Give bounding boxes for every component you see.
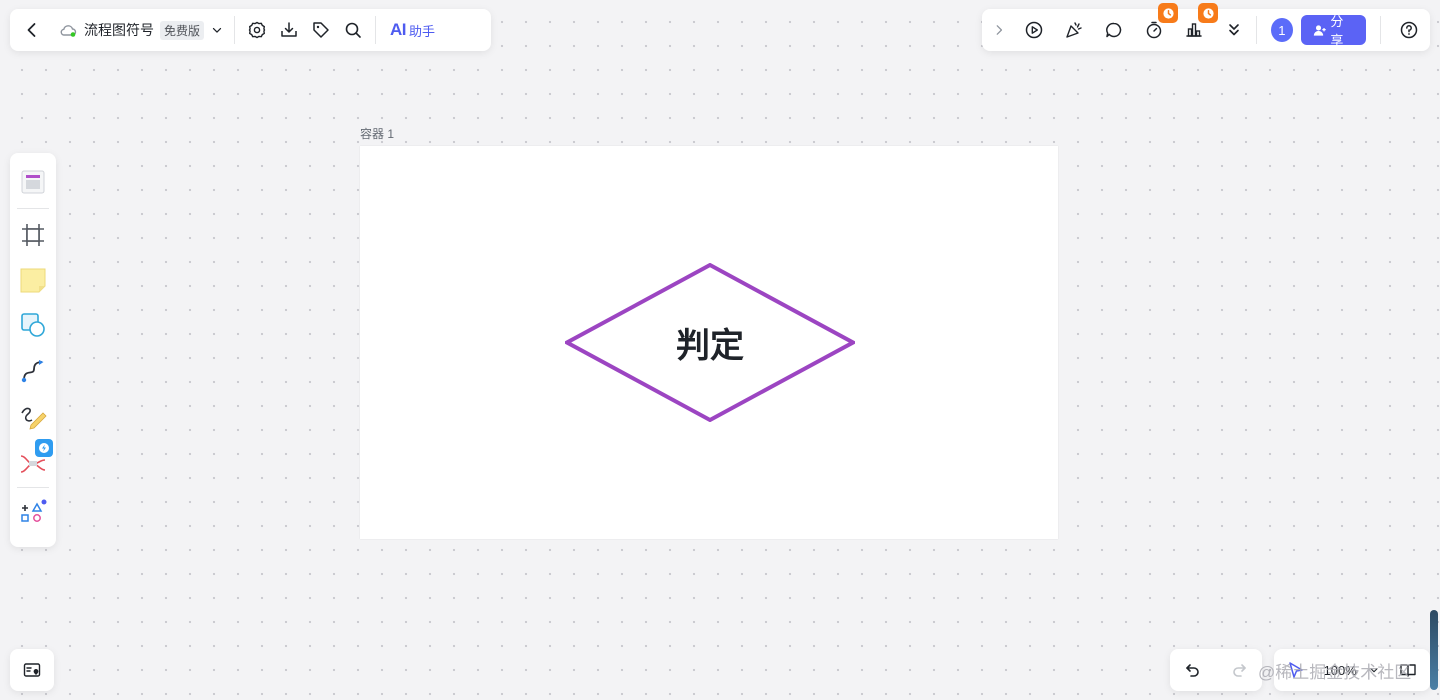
gear-icon [248,21,266,39]
more-tools-button[interactable] [1218,14,1250,46]
connector-icon [21,359,44,382]
mindmap-tool[interactable] [13,439,53,481]
new-badge [35,439,53,458]
decision-text[interactable]: 判定 [565,318,855,367]
chevron-right-icon [996,25,1003,35]
more-widgets-icon [21,499,47,523]
shape-tool[interactable] [13,305,53,346]
comment-icon [1106,22,1122,38]
history-panel [1170,649,1262,691]
chevron-down-icon[interactable] [1368,664,1380,676]
tag-button[interactable] [305,14,337,46]
frame-tool[interactable] [13,215,53,256]
undo-icon [1186,664,1199,677]
left-tool-palette [10,153,56,547]
document-title-area[interactable]: 流程图符号 免费版 [48,20,228,40]
toolbar-divider [1379,16,1381,44]
frame-icon [22,224,44,247]
sticky-note-icon [20,268,46,293]
help-icon [1401,21,1418,39]
ai-assistant-button[interactable]: AI 助手 [382,14,443,46]
pen-icon [21,407,47,430]
book-icon [1400,664,1416,677]
premium-badge [1158,3,1178,23]
collapse-toolbar-button[interactable] [988,14,1010,46]
top-left-toolbar: 流程图符号 免费版 AI 助手 [10,9,491,51]
more-shapes-tool[interactable] [13,494,53,535]
comment-button[interactable] [1098,14,1130,46]
lightning-icon [39,443,49,454]
double-chevron-down-icon [1229,24,1239,36]
toolbar-divider [375,16,377,44]
settings-button[interactable] [241,14,273,46]
template-tool[interactable] [13,161,53,202]
minimap-icon [23,663,41,677]
ai-assistant-label: 助手 [409,23,436,39]
share-button[interactable]: 分享 [1300,14,1366,48]
template-icon [21,170,45,193]
zoom-panel: 100% [1274,649,1430,691]
undo-button[interactable] [1176,654,1208,686]
add-user-icon [1313,24,1326,36]
palette-divider [17,208,49,209]
clock-badge-icon [1202,7,1214,19]
document-title[interactable]: 流程图符号 [84,20,154,40]
sticky-note-tool[interactable] [13,260,53,301]
connector-tool[interactable] [13,350,53,391]
cursor-icon [1289,662,1303,678]
redo-icon [1233,664,1246,677]
minimap-button[interactable] [16,654,48,686]
share-button-label: 分享 [1330,14,1344,48]
redo-button[interactable] [1224,654,1256,686]
palette-divider [17,487,49,488]
chevron-left-icon [27,23,36,37]
pen-tool[interactable] [13,395,53,436]
chevron-down-icon[interactable] [210,23,224,37]
search-icon [345,22,361,38]
ai-mark: AI [390,20,407,39]
play-circle-icon [1025,21,1043,39]
toolbar-divider [234,16,236,44]
download-icon [281,22,297,37]
plan-badge: 免费版 [160,20,205,40]
scrollbar-handle[interactable] [1430,610,1438,690]
minimap-panel [10,649,54,691]
help-button[interactable] [1395,14,1424,46]
cloud-saved-icon [60,25,77,37]
cursor-mode-button[interactable] [1280,654,1312,686]
clock-badge-icon [1162,7,1174,19]
top-right-toolbar: 1 分享 [982,3,1430,51]
book-mode-button[interactable] [1392,654,1424,686]
download-button[interactable] [273,14,305,46]
zoom-level[interactable]: 100% [1324,663,1357,678]
party-popper-icon [1066,22,1082,38]
bar-chart-icon [1186,23,1202,37]
tag-icon [313,22,329,38]
premium-badge [1198,3,1218,23]
toolbar-divider [1256,16,1257,44]
shapes-icon [21,313,45,338]
search-button[interactable] [337,14,369,46]
vote-button[interactable] [1178,3,1218,46]
container-label[interactable]: 容器 1 [360,125,394,142]
celebrate-button[interactable] [1058,14,1090,46]
timer-button[interactable] [1138,3,1178,46]
presentation-button[interactable] [1018,14,1050,46]
back-button[interactable] [16,14,48,46]
timer-icon [1146,21,1162,39]
collaborator-avatar[interactable]: 1 [1270,18,1293,42]
